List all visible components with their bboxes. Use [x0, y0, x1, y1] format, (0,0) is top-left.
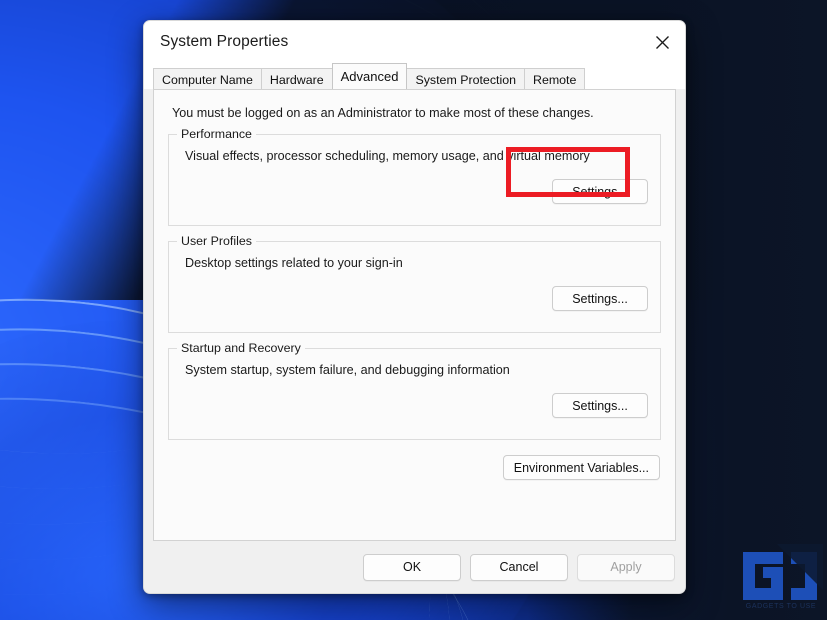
startup-recovery-description: System startup, system failure, and debu…: [185, 363, 510, 377]
tab-remote[interactable]: Remote: [524, 68, 586, 90]
tab-system-protection[interactable]: System Protection: [406, 68, 525, 90]
performance-group-legend: Performance: [177, 127, 256, 141]
apply-button[interactable]: Apply: [577, 553, 675, 581]
page-title: System Properties: [160, 33, 289, 50]
performance-actions: Settings...: [181, 179, 648, 204]
user-profiles-description: Desktop settings related to your sign-in: [185, 256, 403, 270]
startup-recovery-actions: Settings...: [181, 393, 648, 418]
close-button[interactable]: [639, 21, 685, 63]
ok-button[interactable]: OK: [363, 553, 461, 581]
user-profiles-group: User Profiles Desktop settings related t…: [168, 234, 661, 333]
tab-hardware[interactable]: Hardware: [260, 68, 333, 90]
performance-group: Performance Visual effects, processor sc…: [168, 127, 661, 226]
cancel-button[interactable]: Cancel: [470, 553, 568, 581]
tab-strip: Computer Name Hardware Advanced System P…: [144, 63, 685, 90]
environment-variables-row: Environment Variables...: [168, 455, 661, 480]
dialog-titlebar: System Properties: [144, 21, 685, 63]
watermark-text: GADGETS TO USE: [745, 603, 817, 610]
system-properties-dialog: System Properties Computer Name Hardware…: [143, 20, 686, 594]
advanced-tab-panel: You must be logged on as an Administrato…: [153, 89, 676, 541]
watermark-logo: GADGETS TO USE: [737, 540, 823, 616]
tab-computer-name[interactable]: Computer Name: [153, 68, 262, 90]
startup-recovery-group-legend: Startup and Recovery: [177, 341, 305, 355]
close-icon: [655, 35, 670, 50]
user-profiles-group-legend: User Profiles: [177, 234, 256, 248]
user-profiles-actions: Settings...: [181, 286, 648, 311]
performance-settings-button[interactable]: Settings...: [552, 179, 648, 204]
tab-advanced[interactable]: Advanced: [331, 63, 408, 89]
startup-recovery-group: Startup and Recovery System startup, sys…: [168, 341, 661, 440]
performance-description: Visual effects, processor scheduling, me…: [185, 149, 590, 163]
dialog-footer: OK Cancel Apply: [144, 541, 685, 593]
user-profiles-settings-button[interactable]: Settings...: [552, 286, 648, 311]
desktop-background: System Properties Computer Name Hardware…: [0, 0, 827, 620]
admin-notice-text: You must be logged on as an Administrato…: [172, 106, 594, 120]
environment-variables-button[interactable]: Environment Variables...: [502, 455, 660, 480]
startup-recovery-settings-button[interactable]: Settings...: [552, 393, 648, 418]
